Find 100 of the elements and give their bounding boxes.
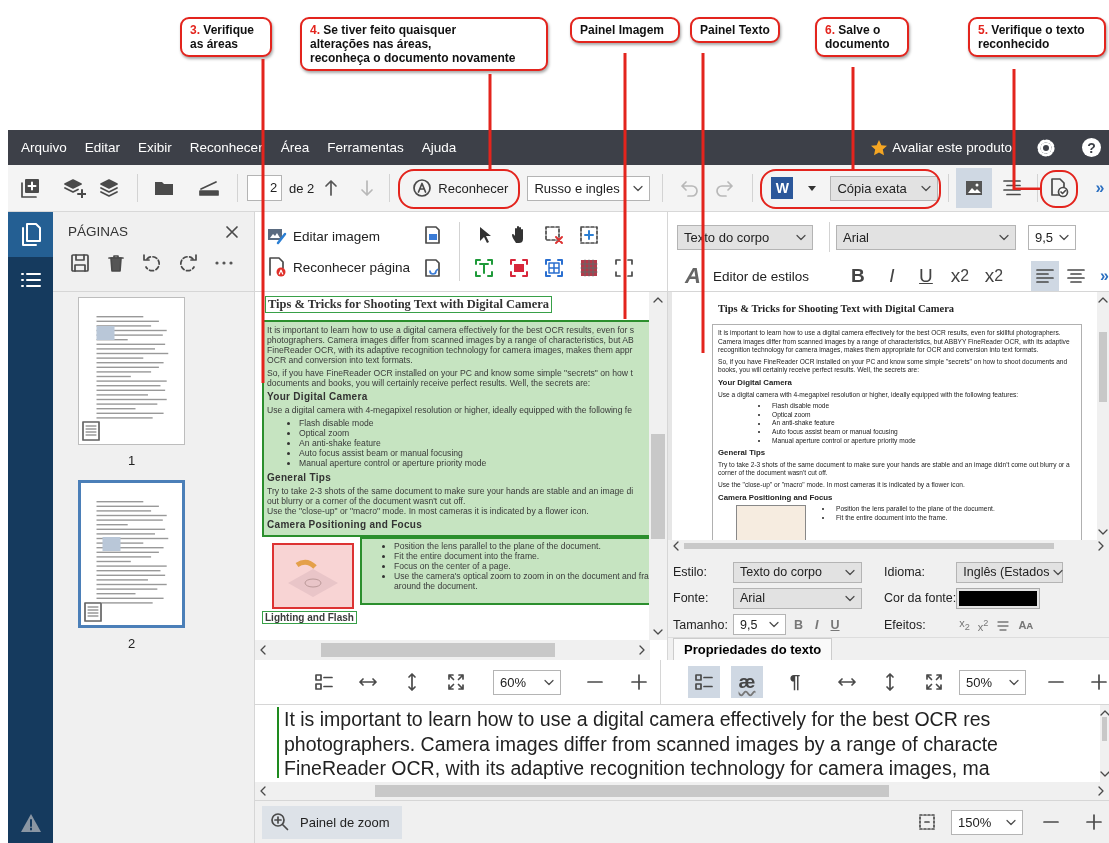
layers-icon[interactable] <box>99 178 119 198</box>
menu-item[interactable]: Arquivo <box>12 140 76 155</box>
close-icon[interactable] <box>225 224 239 239</box>
add-page-icon[interactable] <box>20 178 40 198</box>
scrollbar-thumb[interactable] <box>651 434 665 539</box>
scroll-down-icon[interactable] <box>1098 528 1108 536</box>
edit-image-button[interactable]: Editar imagem <box>267 226 419 246</box>
zoom-in-icon[interactable] <box>1084 812 1104 832</box>
zoom-in-icon[interactable] <box>629 672 649 692</box>
selection-icon[interactable] <box>917 812 937 832</box>
scroll-right-icon[interactable] <box>638 645 646 655</box>
zoom-in-icon[interactable] <box>1089 672 1109 692</box>
menu-item[interactable]: Editar <box>75 140 130 155</box>
verify-text-icon[interactable] <box>1048 177 1071 199</box>
delete-icon[interactable] <box>106 253 126 273</box>
language-dropdown[interactable]: Inglês (Estados <box>956 561 1064 583</box>
bold-button[interactable]: B <box>842 261 873 291</box>
zoom-dropdown[interactable]: 50% <box>959 669 1026 695</box>
color-swatch[interactable] <box>956 588 1041 609</box>
text-area-icon[interactable] <box>474 258 494 278</box>
underline-button[interactable]: U <box>910 261 941 291</box>
blank-area-icon[interactable] <box>614 258 634 278</box>
zoom-panel-button[interactable]: Painel de zoom <box>262 805 402 839</box>
scanner-icon[interactable] <box>198 178 220 198</box>
underline-button[interactable]: U <box>830 617 840 632</box>
zoom-dropdown[interactable]: 150% <box>951 809 1023 835</box>
recognize-button[interactable]: Reconhecer <box>404 173 517 203</box>
scroll-down-icon[interactable] <box>653 628 663 636</box>
fit-page-icon[interactable] <box>446 672 466 692</box>
scrollbar[interactable] <box>1100 705 1109 782</box>
reload-page-icon[interactable] <box>423 258 443 278</box>
italic-button[interactable]: I <box>815 617 819 632</box>
superscript-button[interactable]: x$^{2}$ <box>977 617 989 633</box>
zoom-dropdown[interactable]: 60% <box>493 669 561 695</box>
remove-area-icon[interactable] <box>544 225 564 245</box>
style-editor-button[interactable]: A Editor de estilos <box>685 263 809 289</box>
font-dropdown[interactable]: Arial <box>836 224 1016 250</box>
rotate-left-icon[interactable] <box>142 253 162 273</box>
italic-button[interactable]: I <box>876 261 907 291</box>
page-number-field[interactable]: 2 <box>247 175 282 201</box>
page-thumbnail[interactable] <box>78 480 185 628</box>
scroll-up-icon[interactable] <box>1099 709 1109 717</box>
background-area-icon[interactable] <box>579 258 599 278</box>
settings-icon[interactable] <box>1036 137 1056 158</box>
font-size-dropdown[interactable]: 9,5 <box>1028 224 1076 250</box>
small-caps-button[interactable]: Aᴀ <box>1018 618 1033 631</box>
scrollbar[interactable] <box>668 540 1109 552</box>
rate-product-link[interactable]: Avaliar este produto <box>870 139 1012 156</box>
more-tools-button[interactable]: » <box>1100 267 1109 285</box>
outline-view-button[interactable] <box>688 666 720 698</box>
menu-item[interactable]: Ferramentas <box>318 140 413 155</box>
scrollbar-thumb[interactable] <box>375 785 889 797</box>
document-format-logo[interactable]: W <box>771 177 794 199</box>
bold-button[interactable]: B <box>794 617 804 632</box>
language-dropdown[interactable]: Russo e ingles <box>527 175 651 201</box>
scrollbar[interactable] <box>649 292 667 640</box>
picture-area-icon[interactable] <box>509 258 529 278</box>
style-dropdown[interactable]: Texto do corpo <box>733 561 862 583</box>
subscript-button[interactable]: x$_{2}$ <box>959 617 970 633</box>
recognize-page-button[interactable]: Reconhecer página <box>267 257 419 277</box>
font-dropdown[interactable]: Arial <box>733 588 862 609</box>
save-icon[interactable] <box>70 253 90 273</box>
export-page-icon[interactable] <box>423 225 443 245</box>
scrollbar-thumb[interactable] <box>1099 332 1107 402</box>
scroll-left-icon[interactable] <box>259 786 267 796</box>
scrollbar[interactable] <box>1097 292 1109 540</box>
previous-page-icon[interactable] <box>323 178 340 198</box>
pages-tab[interactable] <box>8 212 53 257</box>
add-layer-icon[interactable] <box>64 178 86 198</box>
warning-icon[interactable] <box>19 812 42 833</box>
table-area-icon[interactable] <box>544 258 564 278</box>
save-format-dropdown[interactable]: Cópia exata <box>830 175 939 201</box>
scroll-up-icon[interactable] <box>1098 296 1108 304</box>
menu-item[interactable]: Reconhecer <box>180 140 272 155</box>
help-button[interactable]: ? <box>1082 138 1101 157</box>
caret-icon[interactable] <box>807 184 818 192</box>
scrollbar-thumb[interactable] <box>684 543 1054 549</box>
image-view-button[interactable] <box>956 168 993 208</box>
scrollbar[interactable] <box>255 640 650 660</box>
add-area-icon[interactable] <box>579 225 599 245</box>
scrollbar-thumb[interactable] <box>321 643 555 657</box>
scrollbar-thumb[interactable] <box>1102 717 1107 741</box>
fit-page-icon[interactable] <box>924 672 944 692</box>
rotate-right-icon[interactable] <box>178 253 198 273</box>
outline-icon[interactable] <box>314 672 334 692</box>
scroll-left-icon[interactable] <box>259 645 267 655</box>
more-tools-button[interactable]: » <box>1095 179 1105 197</box>
scrollbar[interactable] <box>255 782 1109 800</box>
scroll-left-icon[interactable] <box>672 541 680 551</box>
display-toggle-button[interactable]: æ <box>731 666 763 698</box>
scroll-up-icon[interactable] <box>653 296 663 304</box>
align-left-button[interactable] <box>1030 261 1059 291</box>
scroll-down-icon[interactable] <box>1099 770 1109 778</box>
page-thumbnail[interactable] <box>78 297 185 445</box>
menu-item[interactable]: Exibir <box>129 140 181 155</box>
scroll-right-icon[interactable] <box>1097 786 1105 796</box>
menu-item[interactable]: Área <box>271 140 319 155</box>
display-toggle-button[interactable]: ¶ <box>779 666 811 698</box>
properties-tab[interactable]: Propriedades do texto <box>673 638 833 660</box>
scroll-right-icon[interactable] <box>1097 541 1105 551</box>
